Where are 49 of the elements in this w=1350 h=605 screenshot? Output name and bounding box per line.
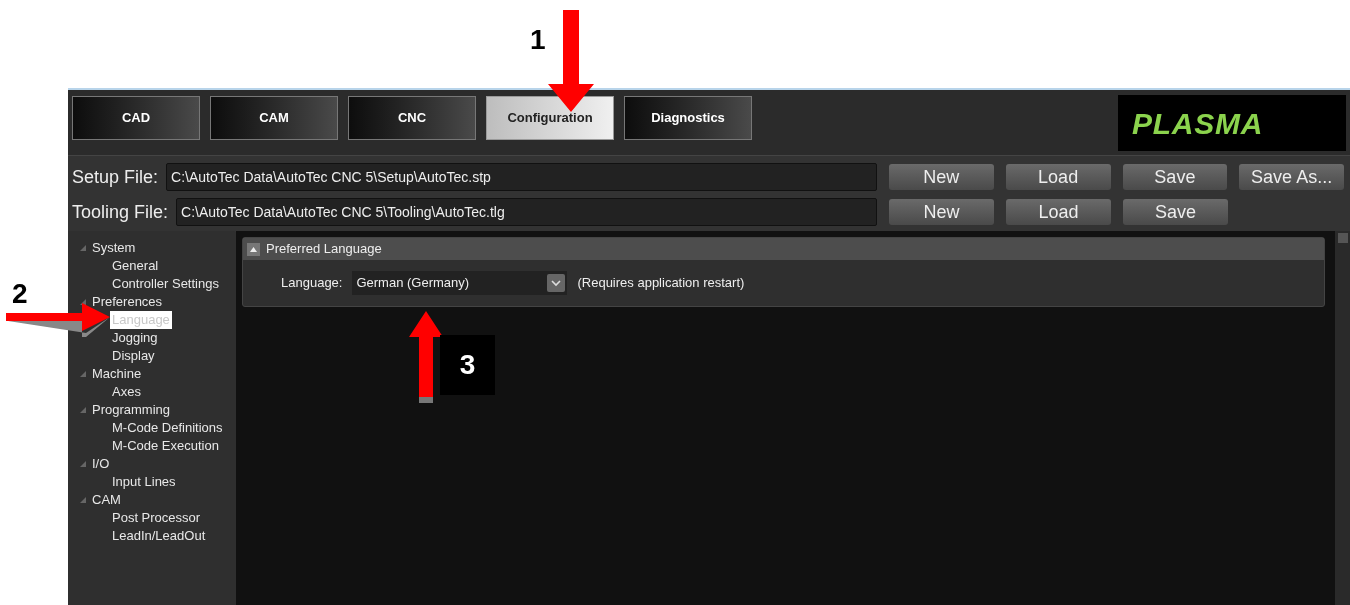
group-title: Preferred Language: [266, 240, 382, 259]
tree-item[interactable]: Axes: [112, 383, 141, 401]
language-dropdown[interactable]: German (Germany): [352, 271, 568, 295]
collapse-button[interactable]: [247, 242, 260, 256]
file-button[interactable]: Load: [1006, 199, 1111, 225]
tree-item[interactable]: Jogging: [112, 329, 158, 347]
tree-item[interactable]: System: [92, 239, 136, 257]
expander-icon[interactable]: [80, 245, 86, 251]
tree-item[interactable]: General: [112, 257, 159, 275]
file-button[interactable]: Save As...: [1239, 164, 1344, 190]
file-button[interactable]: Save: [1122, 164, 1228, 190]
tab[interactable]: Configuration: [486, 96, 614, 140]
field-label: Tooling File:: [72, 200, 169, 224]
expander-icon[interactable]: [80, 461, 86, 467]
file-button[interactable]: Save: [1123, 199, 1228, 225]
tree-item[interactable]: Controller Settings: [112, 275, 219, 293]
tab[interactable]: CAM: [210, 96, 338, 140]
tab[interactable]: Diagnostics: [624, 96, 752, 140]
tree-item[interactable]: Display: [112, 347, 155, 365]
tree-item[interactable]: M-Code Execution: [112, 437, 219, 455]
tree-item[interactable]: LeadIn/LeadOut: [112, 527, 206, 545]
tab[interactable]: CNC: [348, 96, 476, 140]
tab[interactable]: CAD: [72, 96, 200, 140]
logo: PLASMA: [1118, 95, 1346, 151]
expander-icon[interactable]: [80, 371, 86, 377]
tree-item[interactable]: I/O: [92, 455, 110, 473]
collapse-icon: [250, 246, 257, 252]
tree-item[interactable]: M-Code Definitions: [112, 419, 223, 437]
field-label: Language:: [281, 274, 343, 293]
restart-note: (Requires application restart): [577, 274, 745, 293]
file-button[interactable]: Load: [1005, 164, 1111, 190]
tree-item[interactable]: Programming: [92, 401, 171, 419]
expander-icon[interactable]: [80, 497, 86, 503]
callout-number: 3: [440, 335, 495, 395]
tree-item[interactable]: Preferences: [92, 293, 163, 311]
tree-item[interactable]: Input Lines: [112, 473, 176, 491]
path-field[interactable]: C:\AutoTec Data\AutoTec CNC 5\Tooling\AutoTec.tlg: [176, 198, 877, 226]
tree-item[interactable]: Machine: [92, 365, 142, 383]
expander-icon[interactable]: [80, 407, 86, 413]
tree-item[interactable]: Post Processor: [112, 509, 201, 527]
callout-number: 2: [12, 280, 28, 308]
file-button[interactable]: New: [889, 164, 994, 190]
scrollbar[interactable]: [1335, 231, 1350, 605]
file-button[interactable]: New: [889, 199, 994, 225]
field-label: Setup File:: [72, 165, 159, 189]
tree-item[interactable]: CAM: [92, 491, 121, 509]
callout-number: 1: [530, 26, 546, 54]
path-field[interactable]: C:\AutoTec Data\AutoTec CNC 5\Setup\AutoTec.stp: [166, 163, 877, 191]
chevron-icon: [547, 274, 566, 292]
